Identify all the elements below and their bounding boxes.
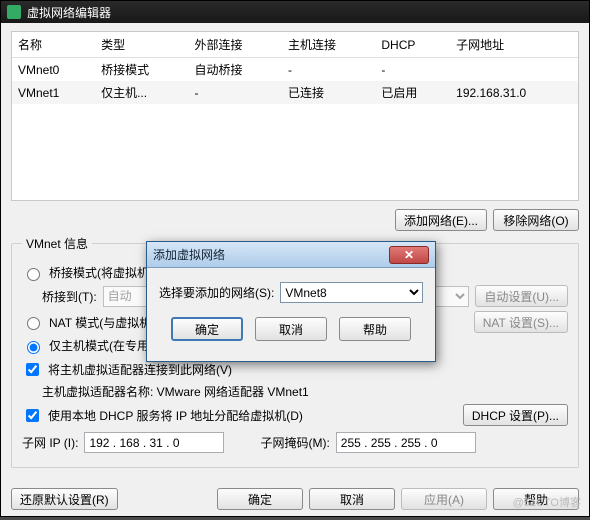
remove-network-button[interactable]: 移除网络(O) [493,209,579,231]
cell-host: 已连接 [282,81,375,104]
col-subnet[interactable]: 子网地址 [450,32,578,58]
dhcp-settings-button[interactable]: DHCP 设置(P)... [463,404,568,426]
cell-name: VMnet1 [12,81,95,104]
network-table[interactable]: 名称 类型 外部连接 主机连接 DHCP 子网地址 VMnet0 桥接模式 自动… [11,31,579,201]
table-row[interactable]: VMnet0 桥接模式 自动桥接 - - [12,58,578,82]
apply-button[interactable]: 应用(A) [401,488,487,510]
cell-subnet [450,58,578,82]
subnet-mask-input[interactable]: 255 . 255 . 255 . 0 [336,432,476,453]
titlebar: 虚拟网络编辑器 [1,1,589,23]
dialog-help-button[interactable]: 帮助 [339,317,411,341]
subnet-ip-input[interactable]: 192 . 168 . 31 . 0 [84,432,224,453]
subnet-ip-label: 子网 IP (I): [22,434,78,451]
col-host[interactable]: 主机连接 [282,32,375,58]
add-network-dialog: 添加虚拟网络 ✕ 选择要添加的网络(S): VMnet8 确定 取消 帮助 [146,241,436,362]
dialog-ok-button[interactable]: 确定 [171,317,243,341]
help-button[interactable]: 帮助 [493,488,579,510]
cell-name: VMnet0 [12,58,95,82]
bridge-mode-radio[interactable] [27,268,40,281]
virtual-network-editor-window: 虚拟网络编辑器 名称 类型 外部连接 主机连接 DHCP 子网地址 VM [0,0,590,517]
cell-type: 桥接模式 [95,58,188,82]
cancel-button[interactable]: 取消 [309,488,395,510]
cell-subnet: 192.168.31.0 [450,81,578,104]
use-dhcp-label: 使用本地 DHCP 服务将 IP 地址分配给虚拟机(D) [48,407,457,424]
cell-dhcp: 已启用 [375,81,450,104]
col-ext[interactable]: 外部连接 [189,32,282,58]
close-icon[interactable]: ✕ [389,246,429,264]
add-network-button[interactable]: 添加网络(E)... [395,209,487,231]
connect-host-adapter-check[interactable] [26,363,39,376]
cell-ext: 自动桥接 [189,58,282,82]
dialog-cancel-button[interactable]: 取消 [255,317,327,341]
hostonly-mode-radio[interactable] [27,341,40,354]
cell-dhcp: - [375,58,450,82]
host-adapter-name-label: 主机虚拟适配器名称: VMware 网络适配器 VMnet1 [42,383,309,400]
nat-settings-button[interactable]: NAT 设置(S)... [474,311,568,333]
restore-defaults-button[interactable]: 还原默认设置(R) [11,488,118,510]
window-title: 虚拟网络编辑器 [27,4,111,21]
table-row[interactable]: VMnet1 仅主机... - 已连接 已启用 192.168.31.0 [12,81,578,104]
nat-mode-radio[interactable] [27,317,40,330]
col-name[interactable]: 名称 [12,32,95,58]
bridge-to-label: 桥接到(T): [42,288,97,305]
auto-settings-button[interactable]: 自动设置(U)... [475,285,568,307]
cell-type: 仅主机... [95,81,188,104]
subnet-ip-value: 192 . 168 . 31 . 0 [87,436,181,450]
subnet-mask-value: 255 . 255 . 255 . 0 [339,436,440,450]
select-network-dropdown[interactable]: VMnet8 [280,282,423,303]
cell-host: - [282,58,375,82]
vmnet-info-legend: VMnet 信息 [22,235,92,252]
use-dhcp-check[interactable] [26,409,39,422]
col-type[interactable]: 类型 [95,32,188,58]
select-network-label: 选择要添加的网络(S): [159,284,274,301]
col-dhcp[interactable]: DHCP [375,32,450,58]
subnet-mask-label: 子网掩码(M): [260,434,329,451]
connect-host-adapter-label: 将主机虚拟适配器连接到此网络(V) [48,361,232,378]
ok-button[interactable]: 确定 [217,488,303,510]
app-icon [7,5,21,19]
dialog-title: 添加虚拟网络 [153,246,389,263]
footer-buttons: 还原默认设置(R) 确定 取消 应用(A) 帮助 [1,482,589,520]
dialog-titlebar[interactable]: 添加虚拟网络 ✕ [147,242,435,268]
cell-ext: - [189,81,282,104]
